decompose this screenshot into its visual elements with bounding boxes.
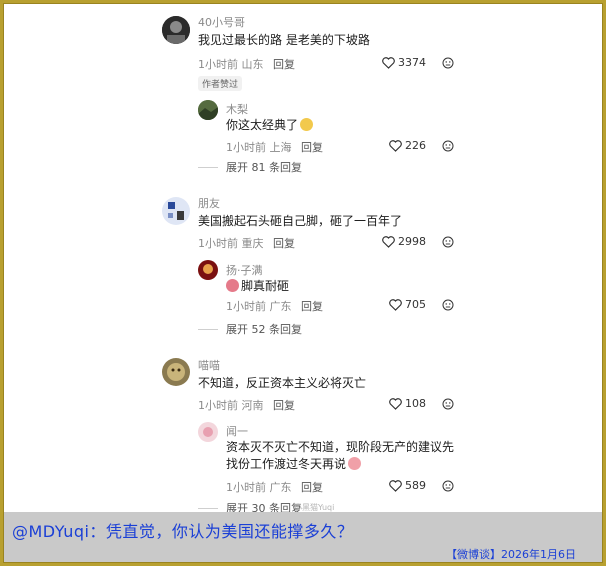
reply-meta: 1小时前 广东 回复 bbox=[226, 479, 323, 495]
reply-button[interactable]: 回复 bbox=[301, 300, 323, 313]
expand-replies-button[interactable]: 展开 81 条回复 bbox=[198, 159, 302, 175]
divider bbox=[198, 328, 218, 330]
comment-text: 美国搬起石头砸自己脚，砸了一百年了 bbox=[198, 214, 403, 228]
reply-button[interactable]: 回复 bbox=[273, 58, 295, 71]
expand-replies-button[interactable]: 展开 52 条回复 bbox=[198, 321, 302, 337]
source-label: 【微博谈】2026年1月6日 bbox=[446, 548, 576, 561]
like-count: 108 bbox=[405, 397, 426, 410]
comment-meta: 1小时前 河南 回复 bbox=[198, 397, 295, 413]
location: 重庆 bbox=[241, 237, 264, 250]
comment-text: 我见过最长的路 是老美的下坡路 bbox=[198, 33, 370, 47]
location: 广东 bbox=[269, 300, 292, 313]
comment-meta: 1小时前 山东 回复 bbox=[198, 56, 295, 72]
emoji-icon bbox=[348, 457, 362, 470]
expand-label: 展开 52 条回复 bbox=[226, 323, 302, 336]
timestamp: 1小时前 bbox=[198, 237, 238, 250]
avatar[interactable] bbox=[198, 260, 218, 280]
screenshot-frame: 40小号哥 我见过最长的路 是老美的下坡路 1小时前 山东 回复 3374 作者… bbox=[3, 3, 603, 563]
caption-bar: @MDYuqi：凭直觉，你认为美国还能撑多久？ 【微博谈】2026年1月6日 bbox=[4, 512, 602, 562]
reply-text: 你这太经典了 bbox=[226, 117, 314, 134]
like-count: 226 bbox=[405, 139, 426, 152]
reply-meta: 1小时前 上海 回复 bbox=[226, 139, 323, 155]
like-count: 2998 bbox=[398, 235, 426, 248]
like-button[interactable]: 108 bbox=[389, 397, 426, 410]
like-count: 3374 bbox=[398, 56, 426, 69]
reply-button[interactable]: 回复 bbox=[273, 237, 295, 250]
location: 广东 bbox=[269, 481, 292, 494]
dislike-icon[interactable] bbox=[442, 236, 454, 248]
location: 山东 bbox=[241, 58, 264, 71]
reply-text-line2: 找份工作渡过冬天再说 bbox=[226, 456, 362, 473]
comment-meta: 1小时前 重庆 回复 bbox=[198, 235, 295, 251]
dislike-icon[interactable] bbox=[442, 299, 454, 311]
timestamp: 1小时前 bbox=[226, 481, 266, 494]
author-liked-badge: 作者赞过 bbox=[198, 76, 243, 91]
dislike-icon[interactable] bbox=[442, 57, 454, 69]
avatar[interactable] bbox=[162, 16, 190, 44]
like-button[interactable]: 589 bbox=[389, 479, 426, 492]
reply-text-line1: 资本灭不灭亡不知道，现阶段无产的建议先 bbox=[226, 440, 455, 454]
heart-icon bbox=[382, 235, 395, 248]
like-button[interactable]: 226 bbox=[389, 139, 426, 152]
emoji-icon bbox=[226, 279, 239, 292]
heart-icon bbox=[389, 139, 402, 152]
heart-icon bbox=[389, 298, 402, 311]
avatar[interactable] bbox=[162, 197, 190, 225]
timestamp: 1小时前 bbox=[226, 300, 266, 313]
avatar[interactable] bbox=[162, 358, 190, 386]
username[interactable]: 木梨 bbox=[226, 101, 248, 117]
location: 河南 bbox=[241, 399, 264, 412]
comment-feed[interactable]: 40小号哥 我见过最长的路 是老美的下坡路 1小时前 山东 回复 3374 作者… bbox=[154, 4, 474, 515]
like-count: 705 bbox=[405, 298, 426, 311]
avatar[interactable] bbox=[198, 422, 218, 442]
like-count: 589 bbox=[405, 479, 426, 492]
caption-title: @MDYuqi：凭直觉，你认为美国还能撑多久？ bbox=[12, 522, 354, 541]
username[interactable]: 朋友 bbox=[198, 195, 220, 211]
reply-text-content: 你这太经典了 bbox=[226, 118, 299, 132]
emoji-icon bbox=[300, 118, 314, 131]
dislike-icon[interactable] bbox=[442, 480, 454, 492]
timestamp: 1小时前 bbox=[198, 399, 238, 412]
divider bbox=[198, 507, 218, 509]
comment-text: 不知道，反正资本主义必将灭亡 bbox=[198, 376, 367, 390]
username[interactable]: 扬·子满 bbox=[226, 262, 263, 278]
reply-text: 脚真耐砸 bbox=[226, 278, 289, 295]
reply-text-content: 找份工作渡过冬天再说 bbox=[226, 457, 347, 471]
like-button[interactable]: 3374 bbox=[382, 56, 426, 69]
reply-button[interactable]: 回复 bbox=[301, 481, 323, 494]
username[interactable]: 40小号哥 bbox=[198, 14, 245, 30]
reply-text-content: 脚真耐砸 bbox=[241, 279, 290, 293]
dislike-icon[interactable] bbox=[442, 398, 454, 410]
reply-button[interactable]: 回复 bbox=[301, 141, 323, 154]
avatar[interactable] bbox=[198, 100, 218, 120]
timestamp: 1小时前 bbox=[198, 58, 238, 71]
location: 上海 bbox=[269, 141, 292, 154]
heart-icon bbox=[389, 479, 402, 492]
divider bbox=[198, 166, 218, 168]
dislike-icon[interactable] bbox=[442, 140, 454, 152]
reply-meta: 1小时前 广东 回复 bbox=[226, 298, 323, 314]
like-button[interactable]: 705 bbox=[389, 298, 426, 311]
expand-label: 展开 81 条回复 bbox=[226, 161, 302, 174]
like-button[interactable]: 2998 bbox=[382, 235, 426, 248]
reply-button[interactable]: 回复 bbox=[273, 399, 295, 412]
heart-icon bbox=[382, 56, 395, 69]
heart-icon bbox=[389, 397, 402, 410]
timestamp: 1小时前 bbox=[226, 141, 266, 154]
username[interactable]: 闻一 bbox=[226, 423, 248, 439]
username[interactable]: 喵喵 bbox=[198, 357, 220, 373]
